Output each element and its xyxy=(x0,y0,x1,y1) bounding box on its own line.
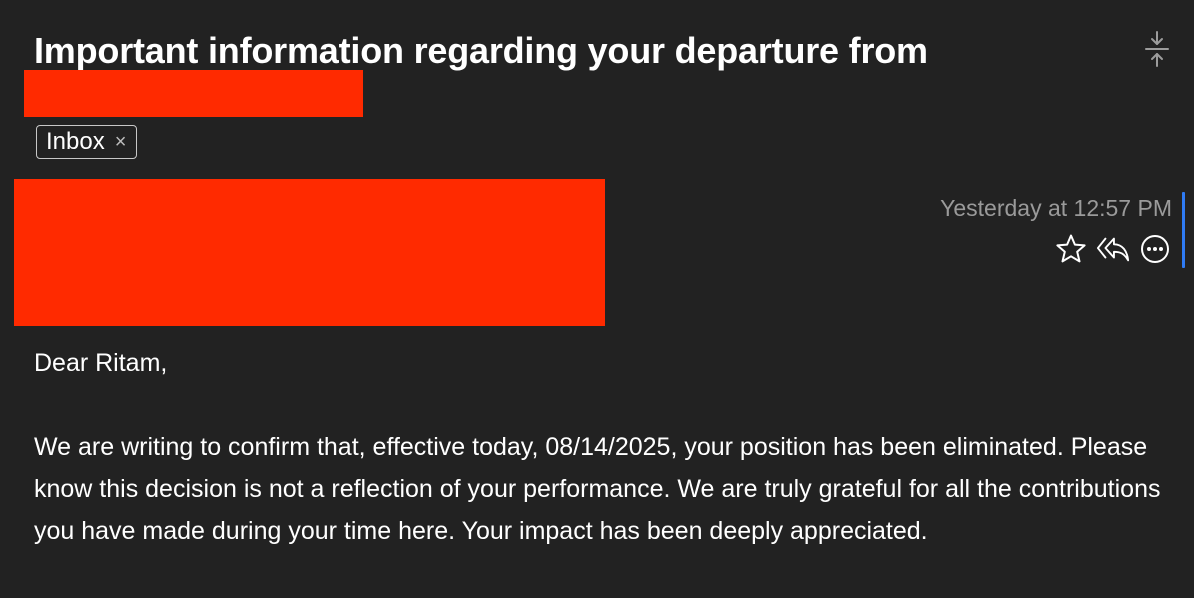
tag-remove-icon[interactable]: × xyxy=(115,132,127,152)
reply-all-icon[interactable] xyxy=(1096,232,1130,266)
inbox-tag-label: Inbox xyxy=(46,128,105,155)
message-paragraph: We are writing to confirm that, effectiv… xyxy=(34,433,1161,545)
selection-indicator xyxy=(1182,192,1185,268)
inbox-tag[interactable]: Inbox × xyxy=(36,125,138,159)
redacted-sender-block xyxy=(14,179,605,326)
message-greeting: Dear Ritam, xyxy=(34,349,168,377)
more-icon[interactable] xyxy=(1138,232,1172,266)
redacted-subject-block xyxy=(24,70,363,117)
message-subject: Important information regarding your dep… xyxy=(34,30,928,71)
collapse-icon[interactable] xyxy=(1142,30,1172,68)
star-icon[interactable] xyxy=(1054,232,1088,266)
message-view: Important information regarding your dep… xyxy=(0,0,1194,598)
message-actions xyxy=(1054,232,1172,266)
message-body: Dear Ritam, We are writing to confirm th… xyxy=(34,342,1174,552)
message-timestamp: Yesterday at 12:57 PM xyxy=(940,195,1172,221)
